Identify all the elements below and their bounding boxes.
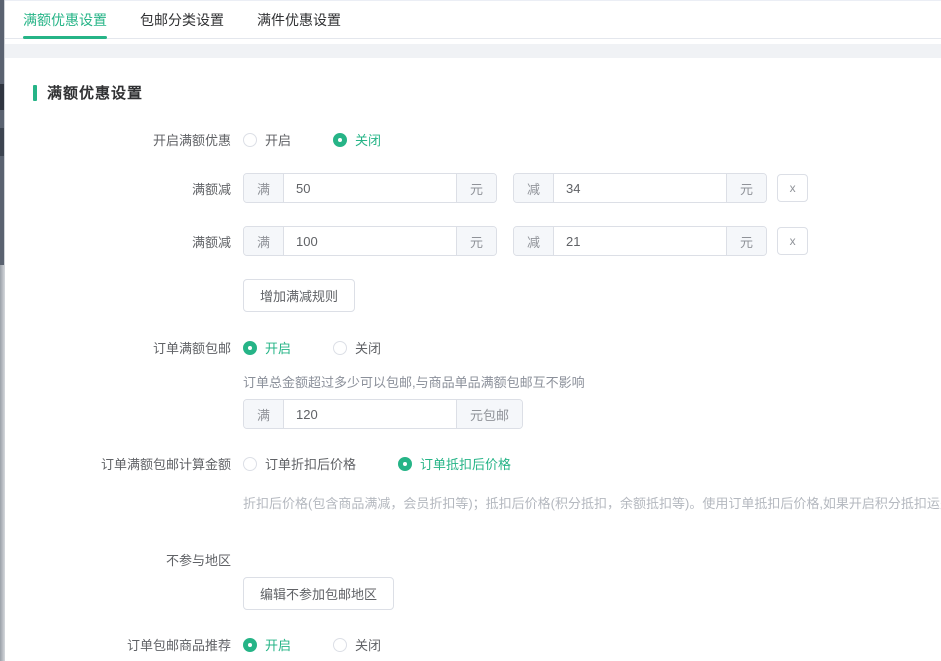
calc-amount-label: 订单满额包邮计算金额 (5, 454, 231, 473)
row-recommend: 订单包邮商品推荐 开启 关闭 (5, 635, 941, 654)
free-shipping-threshold-group: 满 元包邮 (243, 399, 523, 429)
row-enable-discount: 开启满额优惠 开启 关闭 (5, 130, 941, 149)
calc-discount-price-radio[interactable]: 订单折扣后价格 (243, 454, 356, 473)
settings-panel: 满额优惠设置 开启满额优惠 开启 关闭 满额减 满 元 减 (5, 58, 941, 661)
radio-label: 关闭 (355, 338, 381, 357)
prefix-jian: 减 (514, 227, 554, 255)
suffix-yuan: 元 (726, 174, 766, 202)
remove-rule-button[interactable]: x (777, 174, 808, 202)
row-calc-amount: 订单满额包邮计算金额 订单折扣后价格 订单抵扣后价格 (5, 454, 941, 473)
add-rule-row: 增加满减规则 (5, 279, 941, 312)
radio-circle-icon (333, 341, 347, 355)
rule-threshold-group: 满 元 (243, 173, 497, 203)
sidebar-edge-mark (0, 84, 4, 110)
prefix-man: 满 (244, 400, 284, 428)
rule-row: 满额减 满 元 减 元 x (5, 173, 941, 203)
suffix-yuan: 元 (726, 227, 766, 255)
rule-discount-group: 减 元 (513, 173, 767, 203)
rule-label: 满额减 (5, 179, 231, 198)
section-title-accent-bar (33, 85, 37, 101)
rule-label: 满额减 (5, 232, 231, 251)
radio-label: 开启 (265, 635, 291, 654)
radio-circle-icon (333, 133, 347, 147)
rule-discount-group: 减 元 (513, 226, 767, 256)
radio-circle-icon (243, 457, 257, 471)
row-excluded-region: 不参与地区 (5, 550, 941, 569)
section-title: 满额优惠设置 (33, 82, 941, 103)
tab-shipping-category[interactable]: 包邮分类设置 (140, 10, 224, 38)
tab-full-amount-discount[interactable]: 满额优惠设置 (23, 10, 107, 38)
radio-label: 开启 (265, 338, 291, 357)
row-order-free-shipping: 订单满额包邮 开启 关闭 (5, 338, 941, 357)
radio-circle-icon (333, 638, 347, 652)
calc-amount-tip-row: 折扣后价格(包含商品满减，会员折扣等)；抵扣后价格(积分抵扣，余额抵扣等)。使用… (5, 493, 941, 512)
radio-circle-icon (398, 457, 412, 471)
tab-bar: 满额优惠设置 包邮分类设置 满件优惠设置 (5, 0, 941, 44)
section-title-text: 满额优惠设置 (47, 82, 143, 103)
radio-label: 订单折扣后价格 (265, 454, 356, 473)
radio-circle-icon (243, 341, 257, 355)
prefix-man: 满 (244, 227, 284, 255)
order-free-shipping-tip-row: 订单总金额超过多少可以包邮,与商品单品满额包邮互不影响 (5, 372, 941, 391)
suffix-yuan: 元 (456, 227, 496, 255)
edit-excluded-region-button[interactable]: 编辑不参加包邮地区 (243, 577, 394, 610)
enable-discount-label: 开启满额优惠 (5, 130, 231, 149)
order-free-shipping-tip: 订单总金额超过多少可以包邮,与商品单品满额包邮互不影响 (243, 372, 585, 391)
edit-region-row: 编辑不参加包邮地区 (5, 577, 941, 610)
order-free-shipping-off-radio[interactable]: 关闭 (333, 338, 381, 357)
rule-row: 满额减 满 元 减 元 x (5, 226, 941, 256)
free-shipping-threshold-input[interactable] (284, 400, 456, 428)
calc-amount-tip: 折扣后价格(包含商品满减，会员折扣等)；抵扣后价格(积分抵扣，余额抵扣等)。使用… (243, 493, 941, 512)
radio-label: 开启 (265, 130, 291, 149)
order-free-shipping-label: 订单满额包邮 (5, 338, 231, 357)
recommend-label: 订单包邮商品推荐 (5, 635, 231, 654)
radio-label: 关闭 (355, 635, 381, 654)
rule-threshold-group: 满 元 (243, 226, 497, 256)
calc-deduction-price-radio[interactable]: 订单抵扣后价格 (398, 454, 511, 473)
radio-label: 关闭 (355, 130, 381, 149)
radio-circle-icon (243, 638, 257, 652)
excluded-region-label: 不参与地区 (5, 550, 231, 569)
tab-full-piece-discount[interactable]: 满件优惠设置 (257, 10, 341, 38)
prefix-jian: 减 (514, 174, 554, 202)
rule-threshold-input[interactable] (284, 174, 456, 202)
radio-circle-icon (243, 133, 257, 147)
enable-discount-off-radio[interactable]: 关闭 (333, 130, 381, 149)
suffix-yuan: 元 (456, 174, 496, 202)
sidebar-edge-mark (0, 128, 4, 156)
free-shipping-threshold-row: 满 元包邮 (5, 399, 941, 429)
order-free-shipping-on-radio[interactable]: 开启 (243, 338, 291, 357)
prefix-man: 满 (244, 174, 284, 202)
rule-discount-input[interactable] (554, 227, 726, 255)
radio-label: 订单抵扣后价格 (420, 454, 511, 473)
rule-threshold-input[interactable] (284, 227, 456, 255)
enable-discount-on-radio[interactable]: 开启 (243, 130, 291, 149)
remove-rule-button[interactable]: x (777, 227, 808, 255)
suffix-yuan-baoyou: 元包邮 (456, 400, 522, 428)
recommend-on-radio[interactable]: 开启 (243, 635, 291, 654)
rule-discount-input[interactable] (554, 174, 726, 202)
recommend-off-radio[interactable]: 关闭 (333, 635, 381, 654)
add-rule-button[interactable]: 增加满减规则 (243, 279, 355, 312)
